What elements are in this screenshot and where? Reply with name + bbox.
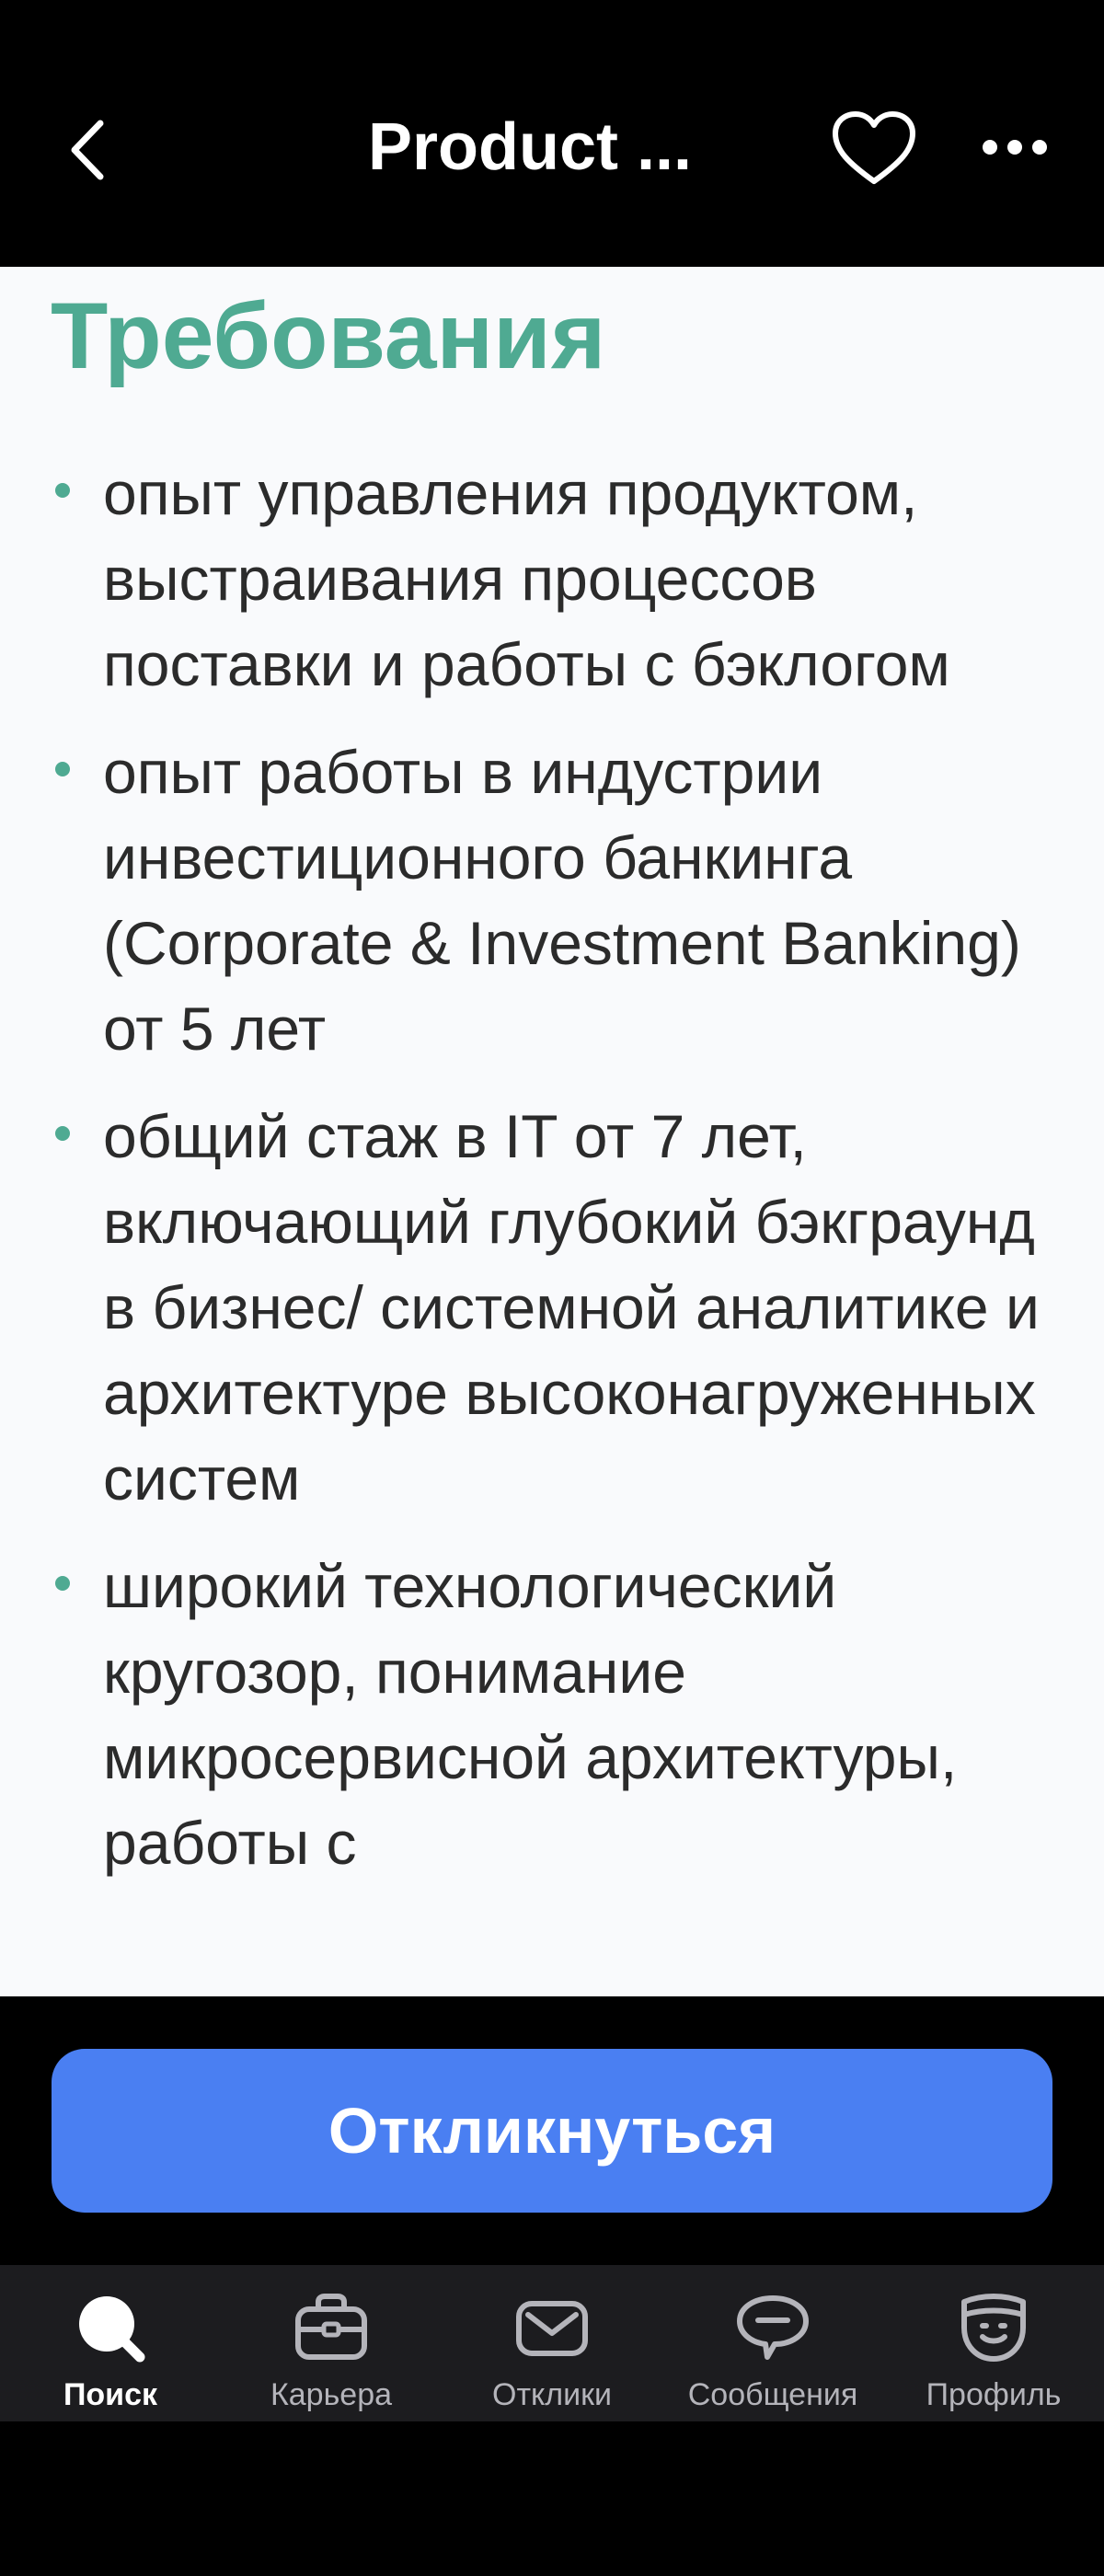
- profile-face-icon: [952, 2291, 1035, 2364]
- respond-button[interactable]: Откликнуться: [52, 2049, 1052, 2213]
- page-title: Product ...: [368, 110, 693, 184]
- search-icon: [69, 2291, 152, 2364]
- back-button[interactable]: [55, 109, 120, 191]
- list-item: опыт работы в индустрии инвестиционного …: [51, 730, 1081, 1072]
- vacancy-content[interactable]: Требования опыт управления продуктом, вы…: [0, 267, 1104, 1996]
- list-item-text: опыт управления продуктом, выстраивания …: [103, 459, 950, 698]
- more-options-button[interactable]: [971, 110, 1058, 184]
- more-dots-icon: [982, 140, 1047, 155]
- envelope-icon: [511, 2291, 593, 2364]
- tab-search[interactable]: Поиск: [0, 2265, 221, 2421]
- briefcase-icon: [290, 2291, 373, 2364]
- tab-label: Профиль: [926, 2377, 1062, 2412]
- tab-label: Сообщения: [687, 2377, 858, 2412]
- tab-profile[interactable]: Профиль: [883, 2265, 1104, 2421]
- list-item-text: широкий технологический кругозор, понима…: [103, 1552, 958, 1877]
- tab-responses[interactable]: Отклики: [442, 2265, 662, 2421]
- bullet-icon: [55, 762, 70, 776]
- list-item: широкий технологический кругозор, понима…: [51, 1544, 1081, 1886]
- list-item-text: общий стаж в IT от 7 лет, включающий глу…: [103, 1102, 1040, 1512]
- section-title: Требования: [51, 283, 606, 388]
- list-item: общий стаж в IT от 7 лет, включающий глу…: [51, 1094, 1081, 1522]
- top-navigation-bar: Product ...: [0, 0, 1104, 267]
- action-panel: Откликнуться: [0, 1996, 1104, 2263]
- favorite-button[interactable]: [823, 103, 925, 195]
- tab-messages[interactable]: Сообщения: [662, 2265, 883, 2421]
- tab-label: Карьера: [270, 2377, 393, 2412]
- heart-icon: [833, 111, 915, 184]
- system-navigation-area: [0, 2421, 1104, 2576]
- requirements-list: опыт управления продуктом, выстраивания …: [51, 451, 1081, 1908]
- bottom-tab-bar: Поиск Карьера Отклики Сообщения Профиль: [0, 2265, 1104, 2421]
- bullet-icon: [55, 1576, 70, 1591]
- bullet-icon: [55, 1126, 70, 1141]
- bullet-icon: [55, 483, 70, 498]
- tab-label: Отклики: [492, 2377, 612, 2412]
- tab-career[interactable]: Карьера: [221, 2265, 442, 2421]
- chevron-left-icon: [71, 120, 104, 180]
- tab-label: Поиск: [63, 2377, 158, 2412]
- list-item: опыт управления продуктом, выстраивания …: [51, 451, 1081, 707]
- chat-bubble-icon: [731, 2291, 814, 2364]
- list-item-text: опыт работы в индустрии инвестиционного …: [103, 738, 1021, 1063]
